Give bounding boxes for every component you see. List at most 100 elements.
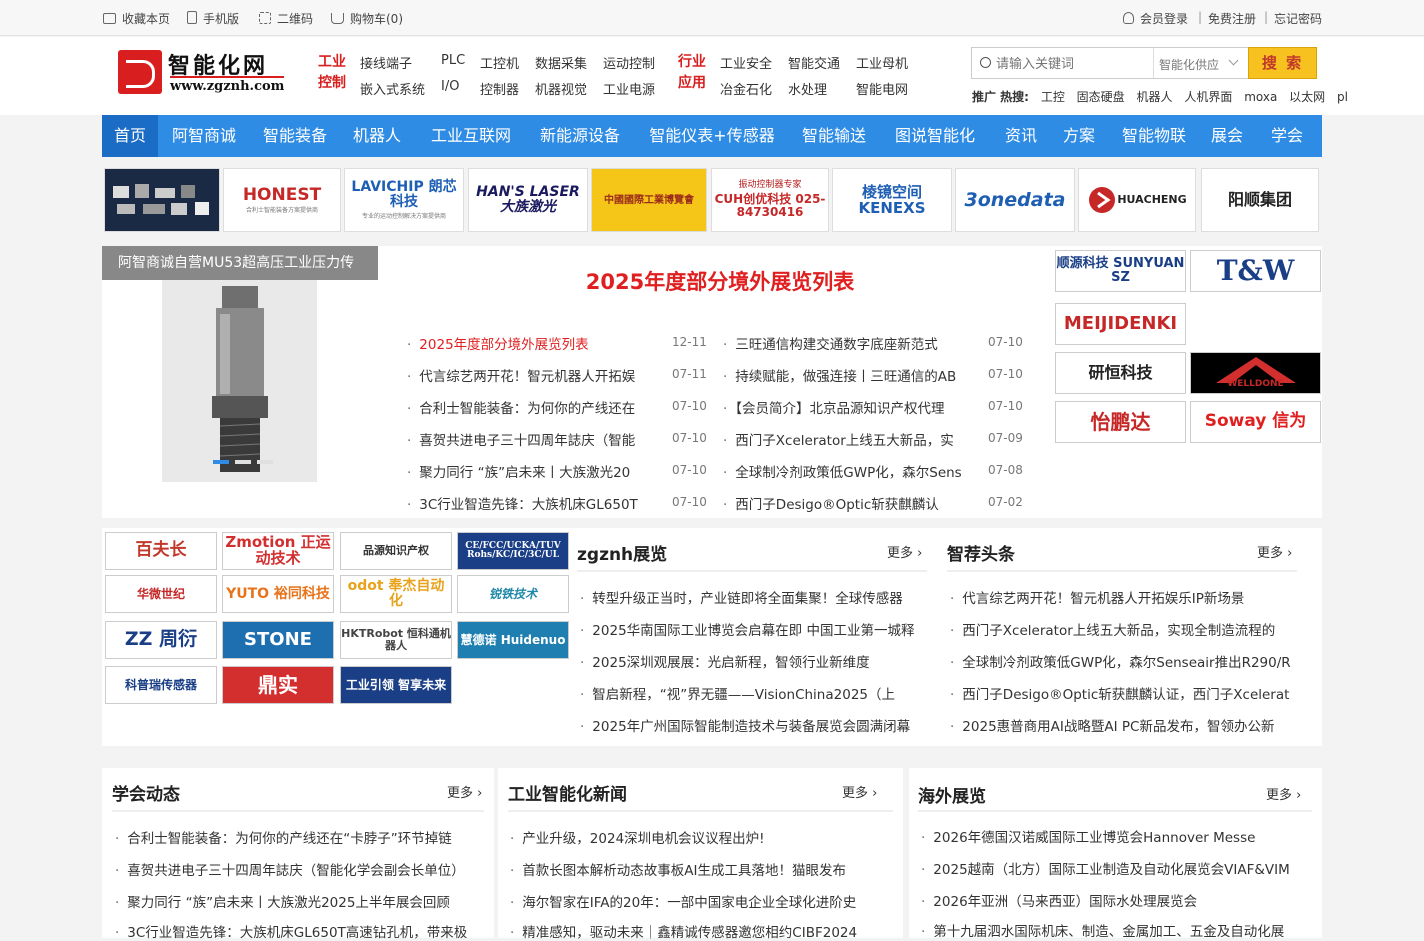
news-item[interactable]: · 西门子Xcelerator上线五大新品，实现全制造流程的 <box>950 619 1300 639</box>
nav-home[interactable]: 首页 <box>102 115 158 157</box>
nav-item[interactable]: 新能源设备 <box>532 115 628 157</box>
bookmark-link[interactable]: 收藏本页 <box>103 10 170 27</box>
partner-logo[interactable]: STONE <box>222 621 334 659</box>
more-link[interactable]: 更多 › <box>1257 542 1292 561</box>
ad-banner[interactable]: 中國國際工業博覽會 <box>591 168 707 232</box>
slider-dot[interactable] <box>257 460 273 464</box>
ad-banner[interactable] <box>104 168 220 232</box>
nav-item[interactable]: 智能仪表+传感器 <box>642 115 782 157</box>
product-slider[interactable]: 阿智商诚自营MU53超高压工业压力传 <box>102 246 378 506</box>
news-item[interactable]: · 2025年度部分境外展览列表 <box>407 333 652 353</box>
more-link[interactable]: 更多 › <box>447 782 482 801</box>
partner-logo[interactable]: 锐铁技术 <box>457 575 569 613</box>
header-link[interactable]: 工业安全 <box>720 53 772 72</box>
partner-logo[interactable]: 工业引领 智享未来 <box>340 666 452 704</box>
register-link[interactable]: 免费注册 <box>1208 10 1256 27</box>
ad-banner[interactable]: 振动控制器专家 CUH创优科技 025-84730416 <box>711 168 829 232</box>
header-link[interactable]: 机器视觉 <box>535 79 587 98</box>
news-item[interactable]: · 全球制冷剂政策低GWP化，森尔Senseair推出R290/R <box>950 651 1300 671</box>
partner-logo[interactable]: 科普瑞传感器 <box>105 666 217 704</box>
header-link[interactable]: 接线端子 <box>360 53 412 72</box>
partner-logo[interactable]: Zmotion 正运动技术 <box>222 532 334 570</box>
header-link[interactable]: 智能电网 <box>856 79 908 98</box>
sponsor-logo[interactable]: T&W <box>1190 250 1321 292</box>
ad-banner[interactable]: LAVICHIP 朗芯科技 专业的运动控制解决方案提供商 <box>344 168 464 232</box>
news-item[interactable]: · 西门子Desigo®Optic斩获麒麟认 <box>723 493 968 513</box>
sponsor-logo[interactable]: WELLDONE <box>1190 352 1321 394</box>
nav-item[interactable]: 方案 <box>1056 115 1102 157</box>
news-item[interactable]: · 3C行业智造先锋：大族机床GL650T <box>407 493 652 513</box>
news-item[interactable]: · 三旺通信构建交通数字底座新范式 <box>723 333 968 353</box>
search-button[interactable]: 搜 索 <box>1248 47 1317 79</box>
news-item[interactable]: · 2025惠普商用AI战略暨AI PC新品发布，智领办公新 <box>950 715 1300 735</box>
partner-logo[interactable]: 慧德诺 Huidenuo <box>457 621 569 659</box>
partner-logo[interactable]: 华微世纪 <box>105 575 217 613</box>
sponsor-logo[interactable]: Soway 信为 <box>1190 401 1321 443</box>
nav-item[interactable]: 阿智商诚 <box>164 115 244 157</box>
nav-item[interactable]: 智能物联 <box>1116 115 1192 157</box>
category-industry-application[interactable]: 行业应用 <box>677 52 707 94</box>
news-item[interactable]: · 首款长图本解析动态故事板AI生成工具落地！猫眼发布 <box>510 859 890 879</box>
nav-item[interactable]: 智能输送 <box>794 115 874 157</box>
partner-logo[interactable]: 鼎实 <box>222 666 334 704</box>
news-item[interactable]: · 西门子Xcelerator上线五大新品，实 <box>723 429 968 449</box>
news-item[interactable]: · 聚力同行 “族”启未来丨大族激光2025上半年展会回顾 <box>115 891 485 911</box>
news-item[interactable]: · 海尔智家在IFA的20年：一部中国家电企业全球化进阶史 <box>510 891 890 911</box>
news-item[interactable]: · 精准感知，驱动未来｜鑫精诚传感器邀您相约CIBF2024 <box>510 921 890 941</box>
forgot-password-link[interactable]: 忘记密码 <box>1274 10 1322 27</box>
mobile-link[interactable]: 手机版 <box>187 10 239 27</box>
header-link[interactable]: 控制器 <box>480 79 519 98</box>
sponsor-logo[interactable]: 怡鹏达 <box>1055 401 1186 443</box>
nav-item[interactable]: 机器人 <box>345 115 409 157</box>
news-item[interactable]: · 喜贺共进电子三十四周年誌庆（智能 <box>407 429 652 449</box>
site-logo[interactable]: 智能化网 www.zgznh.com <box>118 48 288 96</box>
news-item[interactable]: · 产业升级，2024深圳电机会议议程出炉! <box>510 827 890 847</box>
ad-banner[interactable]: 阳顺集团 <box>1201 168 1319 232</box>
ad-banner[interactable]: 棱镜空间 KENEXS <box>832 168 952 232</box>
nav-item[interactable]: 智能装备 <box>256 115 334 157</box>
news-item[interactable]: · 3C行业智造先锋：大族机床GL650T高速钻孔机，带来极 <box>115 921 485 941</box>
hot-word[interactable]: pl <box>1337 90 1348 104</box>
news-item[interactable]: · 2026年亚洲（马来西亚）国际水处理展览会 <box>921 890 1316 910</box>
header-link[interactable]: 工控机 <box>480 53 519 72</box>
nav-item[interactable]: 资讯 <box>998 115 1044 157</box>
hot-word[interactable]: 以太网 <box>1289 90 1325 104</box>
nav-item[interactable]: 图说智能化 <box>886 115 984 157</box>
header-link[interactable]: I/O <box>441 79 459 94</box>
news-item[interactable]: · 持续赋能，做强连接丨三旺通信的AB <box>723 365 968 385</box>
cart-link[interactable]: 购物车(0) <box>331 10 403 27</box>
news-item[interactable]: · 聚力同行 “族”启未来丨大族激光20 <box>407 461 652 481</box>
header-link[interactable]: 工业电源 <box>603 79 655 98</box>
headline-title[interactable]: 2025年度部分境外展览列表 <box>395 266 1045 296</box>
slider-dot[interactable] <box>235 460 251 464</box>
partner-logo[interactable]: odot 奉杰自动化 <box>340 575 452 613</box>
news-item[interactable]: · 2026年德国汉诺威国际工业博览会Hannover Messe <box>921 826 1316 846</box>
header-link[interactable]: 运动控制 <box>603 53 655 72</box>
hot-word[interactable]: 工控 <box>1041 90 1065 104</box>
header-link[interactable]: 嵌入式系统 <box>360 79 425 98</box>
qrcode-link[interactable]: 二维码 <box>259 10 313 27</box>
header-link[interactable]: 冶金石化 <box>720 79 772 98</box>
partner-logo[interactable]: HKTRobot 恒科通机器人 <box>340 621 452 659</box>
hot-word[interactable]: 人机界面 <box>1184 90 1232 104</box>
news-item[interactable]: · 转型升级正当时，产业链即将全面集聚！全球传感器 <box>580 587 928 607</box>
partner-logo[interactable]: YUTO 裕同科技 <box>222 575 334 613</box>
ad-banner[interactable]: HONEST 合利士智能装备方案提供商 <box>223 168 341 232</box>
hot-word[interactable]: 机器人 <box>1137 90 1173 104</box>
news-item[interactable]: · 智启新程，“视”界无疆——VisionChina2025（上 <box>580 683 928 703</box>
header-link[interactable]: PLC <box>441 53 465 68</box>
news-item[interactable]: · 全球制冷剂政策低GWP化，森尔Sens <box>723 461 968 481</box>
ad-banner[interactable]: HAN'S LASER 大族激光 <box>468 168 588 232</box>
header-link[interactable]: 数据采集 <box>535 53 587 72</box>
news-item[interactable]: · 2025年广州国际智能制造技术与装备展览会圆满闭幕 <box>580 715 928 735</box>
news-item[interactable]: · 合利士智能装备：为何你的产线还在“卡脖子”环节掉链 <box>115 827 485 847</box>
news-item[interactable]: · 2025深圳观展展：光启新程，智领行业新维度 <box>580 651 928 671</box>
news-item[interactable]: · 第十九届泗水国际机床、制造、金属加工、五金及自动化展 <box>921 920 1316 940</box>
search-input[interactable] <box>996 54 1146 74</box>
hot-word[interactable]: 固态硬盘 <box>1077 90 1125 104</box>
header-link[interactable]: 水处理 <box>788 79 827 98</box>
partner-logo[interactable]: 品源知识产权 <box>340 532 452 570</box>
category-industrial-control[interactable]: 工业控制 <box>317 52 347 94</box>
login-link[interactable]: 会员登录 <box>1123 10 1188 27</box>
news-item[interactable]: · 合利士智能装备：为何你的产线还在 <box>407 397 652 417</box>
